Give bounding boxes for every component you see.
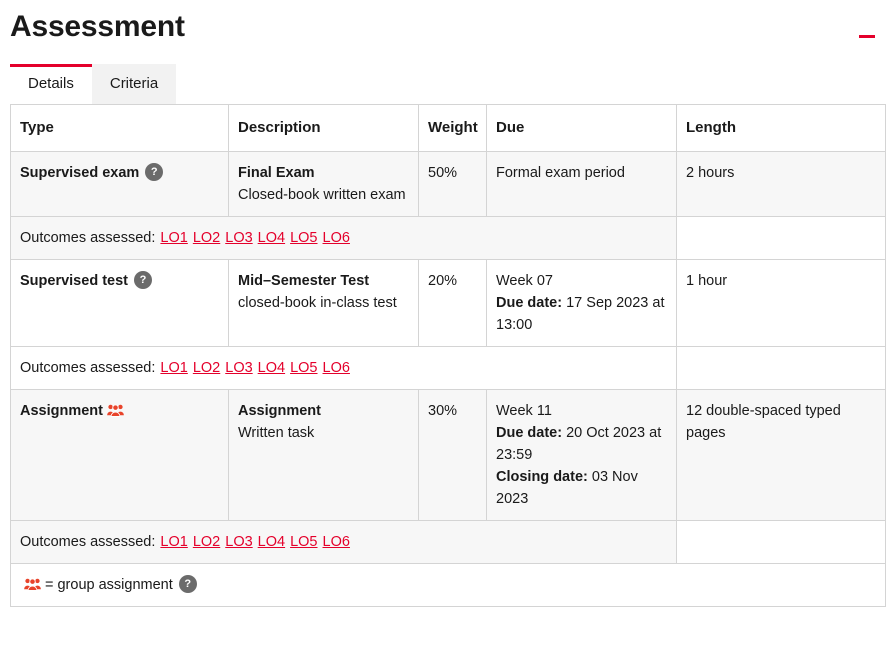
cell-outcomes: Outcomes assessed: LO1 LO2 LO3 LO4 LO5 LO6 bbox=[10, 520, 677, 564]
column-header-weight: Weight bbox=[418, 104, 487, 152]
table-body: Supervised exam? Final Exam Closed-book … bbox=[10, 151, 886, 607]
cell-weight: 50% bbox=[418, 151, 487, 217]
cell-outcomes-spacer bbox=[676, 216, 886, 260]
outcome-link-lo4[interactable]: LO4 bbox=[258, 230, 285, 246]
cell-weight: 30% bbox=[418, 389, 487, 521]
table-head: Type Description Weight Due Length bbox=[10, 104, 886, 152]
outcome-link-lo3[interactable]: LO3 bbox=[225, 230, 252, 246]
assessment-table: Type Description Weight Due Length Super… bbox=[10, 104, 886, 607]
outcome-link-lo6[interactable]: LO6 bbox=[323, 534, 350, 550]
description-sub: Closed-book written exam bbox=[238, 187, 406, 203]
outcome-link-lo5[interactable]: LO5 bbox=[290, 360, 317, 376]
due-line: Due date: 17 Sep 2023 at 13:00 bbox=[496, 292, 666, 336]
cell-description: Assignment Written task bbox=[228, 389, 419, 521]
outcome-link-lo6[interactable]: LO6 bbox=[323, 230, 350, 246]
legend-row: = group assignment? bbox=[10, 563, 886, 607]
tab-details[interactable]: Details bbox=[10, 64, 92, 104]
description-title: Assignment bbox=[238, 403, 321, 419]
cell-due: Formal exam period bbox=[486, 151, 677, 217]
tab-criteria[interactable]: Criteria bbox=[91, 64, 177, 104]
assessment-table-wrapper: Type Description Weight Due Length Super… bbox=[0, 104, 895, 607]
cell-type: Assignment bbox=[10, 389, 229, 521]
outcomes-label: Outcomes assessed: bbox=[20, 360, 156, 376]
outcome-link-lo1[interactable]: LO1 bbox=[160, 534, 187, 550]
panel-header: Assessment bbox=[0, 0, 895, 62]
help-icon[interactable]: ? bbox=[178, 575, 197, 593]
group-assignment-icon bbox=[107, 402, 124, 417]
closing-date-label: Closing date: bbox=[496, 469, 588, 485]
due-line: Due date: 20 Oct 2023 at 23:59 bbox=[496, 422, 666, 466]
tab-bar: Details Criteria bbox=[0, 62, 895, 104]
minus-icon-bar bbox=[859, 35, 875, 38]
cell-outcomes: Outcomes assessed: LO1 LO2 LO3 LO4 LO5 LO6 bbox=[10, 216, 677, 260]
due-line: Week 11 bbox=[496, 400, 666, 422]
cell-length: 1 hour bbox=[676, 259, 886, 347]
cell-legend: = group assignment? bbox=[10, 563, 886, 607]
due-line: Week 07 bbox=[496, 270, 666, 292]
outcome-link-lo5[interactable]: LO5 bbox=[290, 534, 317, 550]
legend-text: = group assignment bbox=[45, 577, 173, 593]
column-header-due: Due bbox=[486, 104, 677, 152]
cell-outcomes-spacer bbox=[676, 346, 886, 390]
description-sub: Written task bbox=[238, 425, 315, 441]
outcome-link-lo2[interactable]: LO2 bbox=[193, 230, 220, 246]
table-row: Assignment Assignment Written task 30% W… bbox=[10, 389, 886, 521]
cell-description: Final Exam Closed-book written exam bbox=[228, 151, 419, 217]
outcome-link-lo5[interactable]: LO5 bbox=[290, 230, 317, 246]
cell-type: Supervised exam? bbox=[10, 151, 229, 217]
outcomes-row: Outcomes assessed: LO1 LO2 LO3 LO4 LO5 LO6 bbox=[10, 216, 886, 260]
description-title: Final Exam bbox=[238, 165, 315, 181]
outcomes-row: Outcomes assessed: LO1 LO2 LO3 LO4 LO5 LO6 bbox=[10, 520, 886, 564]
outcome-link-lo3[interactable]: LO3 bbox=[225, 360, 252, 376]
outcomes-row: Outcomes assessed: LO1 LO2 LO3 LO4 LO5 LO6 bbox=[10, 346, 886, 390]
due-value: Week 11 bbox=[496, 403, 552, 419]
table-header-row: Type Description Weight Due Length bbox=[10, 104, 886, 152]
due-date-label: Due date: bbox=[496, 425, 563, 441]
cell-description: Mid–Semester Test closed-book in-class t… bbox=[228, 259, 419, 347]
outcome-link-lo4[interactable]: LO4 bbox=[258, 360, 285, 376]
description-sub: closed-book in-class test bbox=[238, 295, 397, 311]
due-value: Formal exam period bbox=[496, 165, 625, 181]
assessment-type-label: Supervised exam bbox=[20, 165, 140, 181]
outcome-link-lo4[interactable]: LO4 bbox=[258, 534, 285, 550]
due-date-label: Due date: bbox=[496, 295, 563, 311]
due-value: Week 07 bbox=[496, 273, 553, 289]
outcome-link-lo2[interactable]: LO2 bbox=[193, 360, 220, 376]
cell-length: 2 hours bbox=[676, 151, 886, 217]
assessment-type-label: Assignment bbox=[20, 403, 103, 419]
group-assignment-icon bbox=[24, 576, 41, 591]
due-line: Formal exam period bbox=[496, 162, 666, 184]
column-header-type: Type bbox=[10, 104, 229, 152]
assessment-panel: Assessment Details Criteria Type Descrip… bbox=[0, 0, 895, 645]
page-title: Assessment bbox=[10, 10, 185, 43]
cell-type: Supervised test? bbox=[10, 259, 229, 347]
cell-due: Week 11 Due date: 20 Oct 2023 at 23:59 C… bbox=[486, 389, 677, 521]
description-title: Mid–Semester Test bbox=[238, 273, 370, 289]
help-icon[interactable]: ? bbox=[134, 271, 152, 289]
table-row: Supervised test? Mid–Semester Test close… bbox=[10, 259, 886, 347]
outcome-link-lo6[interactable]: LO6 bbox=[323, 360, 350, 376]
assessment-type-label: Supervised test bbox=[20, 273, 128, 289]
cell-length: 12 double-spaced typed pages bbox=[676, 389, 886, 521]
due-line: Closing date: 03 Nov 2023 bbox=[496, 466, 666, 510]
outcome-link-lo2[interactable]: LO2 bbox=[193, 534, 220, 550]
cell-due: Week 07 Due date: 17 Sep 2023 at 13:00 bbox=[486, 259, 677, 347]
column-header-length: Length bbox=[676, 104, 886, 152]
outcome-link-lo1[interactable]: LO1 bbox=[160, 360, 187, 376]
column-header-description: Description bbox=[228, 104, 419, 152]
minus-icon[interactable] bbox=[859, 24, 877, 42]
cell-outcomes-spacer bbox=[676, 520, 886, 564]
table-row: Supervised exam? Final Exam Closed-book … bbox=[10, 151, 886, 217]
cell-outcomes: Outcomes assessed: LO1 LO2 LO3 LO4 LO5 LO6 bbox=[10, 346, 677, 390]
outcomes-label: Outcomes assessed: bbox=[20, 230, 156, 246]
outcomes-label: Outcomes assessed: bbox=[20, 534, 156, 550]
help-icon[interactable]: ? bbox=[145, 163, 164, 181]
outcome-link-lo1[interactable]: LO1 bbox=[160, 230, 187, 246]
cell-weight: 20% bbox=[418, 259, 487, 347]
outcome-link-lo3[interactable]: LO3 bbox=[225, 534, 252, 550]
